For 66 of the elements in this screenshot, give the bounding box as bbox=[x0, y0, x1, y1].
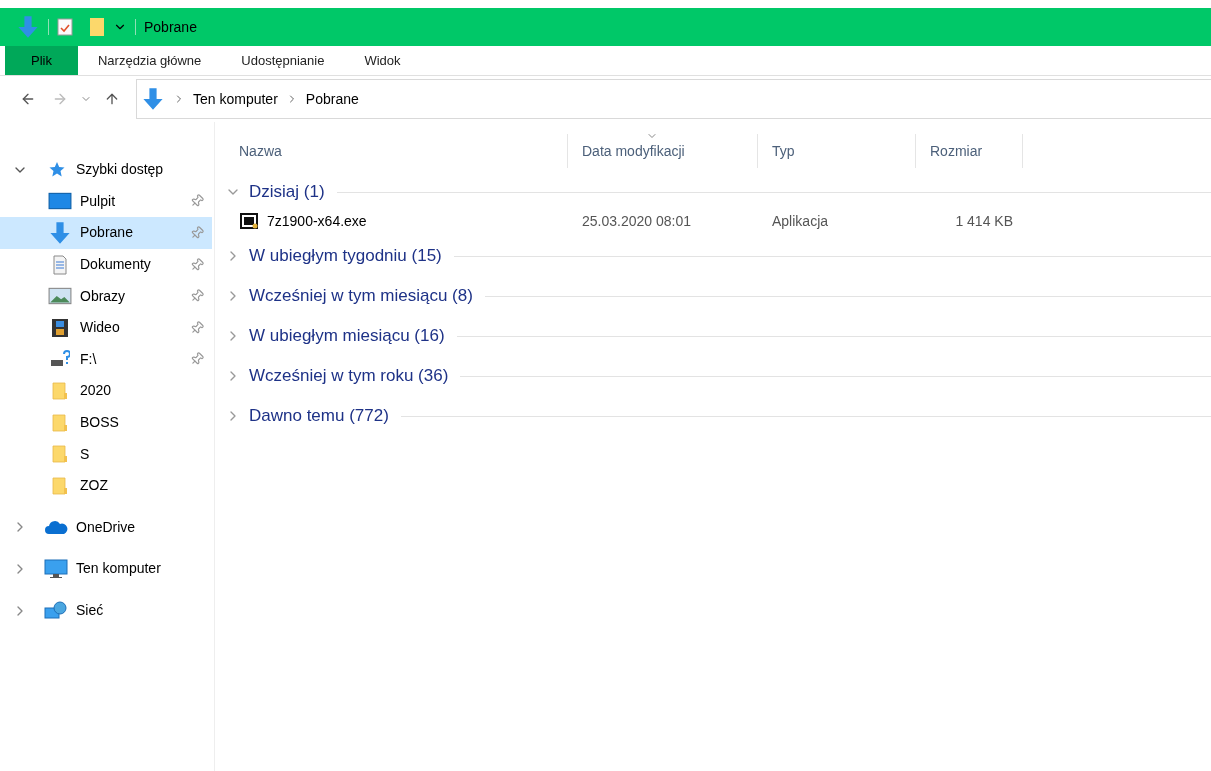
navigation-label: BOSS bbox=[80, 413, 120, 433]
group-header[interactable]: W ubiegłym tygodniu (15) bbox=[225, 236, 1211, 276]
navigation-item[interactable]: Obrazy bbox=[0, 280, 212, 312]
properties-icon[interactable] bbox=[57, 17, 73, 37]
file-type: Aplikacja bbox=[771, 211, 830, 231]
navigation-label: S bbox=[80, 444, 91, 464]
navigation-label: Dokumenty bbox=[80, 255, 152, 275]
navigation-item[interactable]: Ten komputer bbox=[0, 553, 212, 585]
navigation-label: ZOZ bbox=[80, 476, 109, 496]
image-icon bbox=[48, 286, 72, 307]
navigation-item[interactable]: Sieć bbox=[0, 594, 212, 627]
navigation-item[interactable]: Dokumenty bbox=[0, 248, 212, 281]
file-size: 1 414 KB bbox=[954, 211, 1014, 231]
folder-icon bbox=[50, 444, 70, 465]
navigation-label: Pulpit bbox=[80, 191, 117, 211]
navigation-item[interactable]: Wideo bbox=[0, 311, 212, 344]
navigation-item[interactable]: S bbox=[0, 438, 212, 470]
group-header[interactable]: W ubiegłym miesiącu (16) bbox=[225, 316, 1211, 356]
navigation-item[interactable]: F:\ bbox=[0, 343, 212, 376]
address-bar[interactable]: Ten komputer Pobrane bbox=[136, 79, 1211, 119]
ribbon-tab[interactable]: Widok bbox=[344, 46, 421, 75]
navigation-label: 2020 bbox=[80, 381, 113, 401]
column-header[interactable]: Data modyfikacji bbox=[568, 134, 758, 168]
download-arrow-icon bbox=[141, 87, 165, 111]
navigation-item[interactable]: Pulpit bbox=[0, 185, 212, 218]
column-header[interactable]: Nazwa bbox=[225, 134, 568, 168]
navigation-item[interactable]: Pobrane bbox=[0, 217, 212, 249]
column-header[interactable]: Rozmiar bbox=[916, 134, 1023, 168]
document-icon bbox=[50, 254, 70, 275]
navigation-item[interactable]: 2020 bbox=[0, 375, 212, 407]
folder-icon bbox=[50, 412, 70, 433]
group-header[interactable]: Wcześniej w tym roku (36) bbox=[225, 356, 1211, 396]
navigation-label: Szybki dostęp bbox=[76, 160, 165, 180]
navigation-label: Wideo bbox=[80, 318, 121, 338]
computer-icon bbox=[44, 558, 68, 579]
column-header[interactable]: Typ bbox=[758, 134, 916, 168]
window-title: Pobrane bbox=[144, 17, 197, 37]
ribbon-tab[interactable]: Plik bbox=[5, 46, 78, 75]
navigation-label: F:\ bbox=[80, 349, 98, 369]
forward-arrow-icon[interactable] bbox=[52, 91, 68, 107]
download-arrow-icon bbox=[48, 221, 72, 245]
folder-icon bbox=[50, 475, 70, 496]
breadcrumb[interactable]: Ten komputer bbox=[193, 88, 278, 110]
ribbon-tab[interactable]: Udostępnianie bbox=[221, 46, 345, 75]
download-arrow-icon bbox=[16, 15, 40, 39]
breadcrumb[interactable]: Pobrane bbox=[305, 88, 359, 110]
cloud-icon bbox=[44, 519, 68, 536]
archive-app-icon bbox=[239, 213, 259, 229]
group-header[interactable]: Wcześniej w tym miesiącu (8) bbox=[225, 276, 1211, 316]
navigation-label: Sieć bbox=[76, 601, 105, 620]
navigation-item[interactable]: BOSS bbox=[0, 406, 212, 439]
folder-icon bbox=[50, 380, 70, 401]
ribbon-tab[interactable]: Narzędzia główne bbox=[77, 46, 222, 75]
desktop-icon bbox=[48, 191, 72, 212]
navigation-item[interactable]: ZOZ bbox=[0, 469, 212, 502]
navigation-label: Pobrane bbox=[80, 223, 134, 243]
navigation-label: Obrazy bbox=[80, 286, 127, 306]
navigation-label: Ten komputer bbox=[76, 559, 162, 579]
modified-date: 25.03.2020 08:01 bbox=[581, 211, 692, 231]
group-header[interactable]: Dawno temu (772) bbox=[225, 396, 1211, 436]
network-icon bbox=[44, 600, 68, 621]
navigation-item[interactable]: Szybki dostęp bbox=[0, 154, 212, 186]
navigation-item[interactable]: OneDrive bbox=[0, 511, 212, 544]
file-name: 7z1900-x64.exe bbox=[267, 211, 367, 231]
navigation-label: OneDrive bbox=[76, 517, 137, 537]
film-icon bbox=[50, 317, 70, 338]
